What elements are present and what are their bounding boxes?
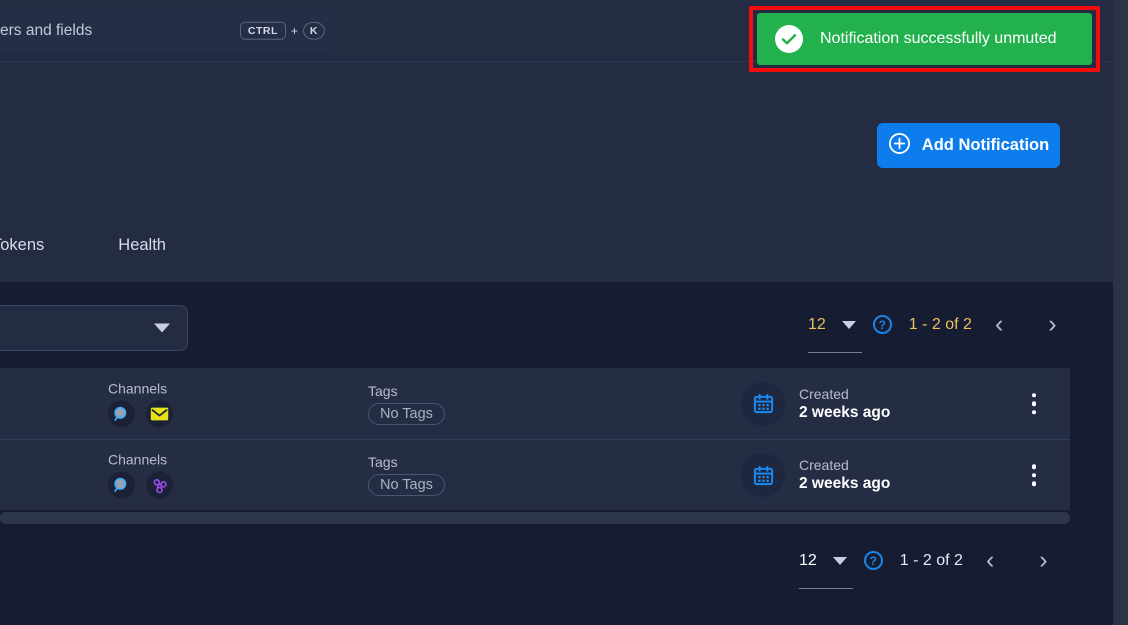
calendar-icon bbox=[741, 453, 785, 497]
horizontal-scrollbar[interactable] bbox=[0, 512, 1070, 524]
page-size-underline bbox=[808, 351, 862, 353]
created-text-group: Created 2 weeks ago bbox=[799, 457, 890, 493]
channels-label: Channels bbox=[108, 380, 168, 396]
created-value: 2 weeks ago bbox=[799, 475, 891, 492]
search-icon[interactable] bbox=[108, 400, 135, 427]
page-size-select-top[interactable]: 12 bbox=[808, 315, 862, 353]
kbd-k: K bbox=[302, 21, 325, 40]
question-mark-icon[interactable]: ? bbox=[863, 551, 883, 570]
check-circle-icon bbox=[775, 25, 803, 53]
tab-bar: Tokens Health bbox=[0, 236, 166, 255]
chevron-down-icon bbox=[154, 323, 170, 333]
row-created-cell: Created 2 weeks ago bbox=[741, 381, 890, 426]
right-edge-strip bbox=[1113, 0, 1128, 625]
tags-value: No Tags bbox=[368, 402, 445, 425]
pagination-bottom: 12 ? 1 - 2 of 2 ‹ › bbox=[799, 548, 1048, 589]
notifications-list: Channels Tags No Tags Created 2 weeks ag… bbox=[0, 368, 1070, 510]
toast-message: Notification successfully unmuted bbox=[820, 30, 1057, 47]
created-label: Created bbox=[799, 385, 849, 402]
add-notification-label: Add Notification bbox=[921, 136, 1050, 154]
search-shortcut-hint: CTRL + K bbox=[239, 21, 325, 40]
filter-select[interactable] bbox=[0, 305, 188, 351]
chevron-left-icon[interactable]: ‹ bbox=[995, 312, 1003, 337]
page-size-select-bottom[interactable]: 12 bbox=[799, 551, 853, 589]
pagination-range-top: 1 - 2 of 2 bbox=[908, 315, 972, 333]
tags-label: Tags bbox=[368, 454, 398, 470]
tags-label: Tags bbox=[368, 382, 398, 399]
pagination-range-bottom: 1 - 2 of 2 bbox=[899, 551, 963, 569]
channels-label: Channels bbox=[108, 451, 168, 468]
app-root: ers and fields CTRL + K Notification suc… bbox=[0, 0, 1128, 625]
created-label: Created bbox=[799, 457, 849, 473]
calendar-icon bbox=[741, 381, 785, 426]
tab-health[interactable]: Health bbox=[118, 236, 166, 255]
row-channels-cell: Channels bbox=[108, 452, 173, 499]
page-size-value-top: 12 bbox=[808, 315, 826, 333]
created-value: 2 weeks ago bbox=[799, 403, 891, 421]
search-input[interactable]: ers and fields CTRL + K bbox=[0, 8, 337, 53]
search-input-text: ers and fields bbox=[0, 21, 93, 39]
search-icon[interactable] bbox=[108, 471, 135, 499]
kbd-ctrl: CTRL bbox=[239, 21, 286, 40]
add-notification-button[interactable]: Add Notification bbox=[877, 123, 1060, 168]
chevron-down-icon bbox=[832, 556, 847, 565]
table-row[interactable]: Channels Tags No Tags Created 2 weeks ag… bbox=[0, 439, 1070, 510]
row-created-cell: Created 2 weeks ago bbox=[741, 453, 890, 497]
chevron-down-icon bbox=[841, 320, 856, 329]
chevron-right-icon[interactable]: › bbox=[1048, 312, 1056, 337]
tags-value: No Tags bbox=[368, 474, 445, 496]
plus-circle-icon bbox=[888, 132, 911, 160]
pagination-top: 12 ? 1 - 2 of 2 ‹ › bbox=[808, 312, 1057, 353]
channel-icon-group bbox=[108, 400, 173, 427]
table-row[interactable]: Channels Tags No Tags Created 2 weeks ag… bbox=[0, 368, 1070, 439]
tab-tokens[interactable]: Tokens bbox=[0, 236, 44, 255]
page-size-value-bottom: 12 bbox=[799, 551, 817, 569]
row-tags-cell: Tags No Tags bbox=[368, 383, 445, 425]
channel-icon-group bbox=[108, 471, 173, 499]
row-channels-cell: Channels bbox=[108, 380, 173, 427]
row-tags-cell: Tags No Tags bbox=[368, 454, 445, 496]
chevron-left-icon[interactable]: ‹ bbox=[986, 548, 994, 573]
kebab-menu-icon[interactable] bbox=[1031, 392, 1036, 415]
page-size-underline bbox=[799, 587, 853, 589]
question-mark-icon[interactable]: ? bbox=[872, 315, 892, 334]
toast-notification[interactable]: Notification successfully unmuted bbox=[757, 13, 1092, 65]
created-text-group: Created 2 weeks ago bbox=[799, 386, 890, 422]
email-icon[interactable] bbox=[146, 400, 173, 427]
kbd-plus: + bbox=[290, 23, 298, 38]
kebab-menu-icon[interactable] bbox=[1031, 464, 1036, 486]
chevron-right-icon[interactable]: › bbox=[1039, 548, 1047, 573]
webhook-icon[interactable] bbox=[146, 471, 173, 499]
notifications-panel: 12 ? 1 - 2 of 2 ‹ › Channels Tags No Tag… bbox=[0, 282, 1113, 625]
